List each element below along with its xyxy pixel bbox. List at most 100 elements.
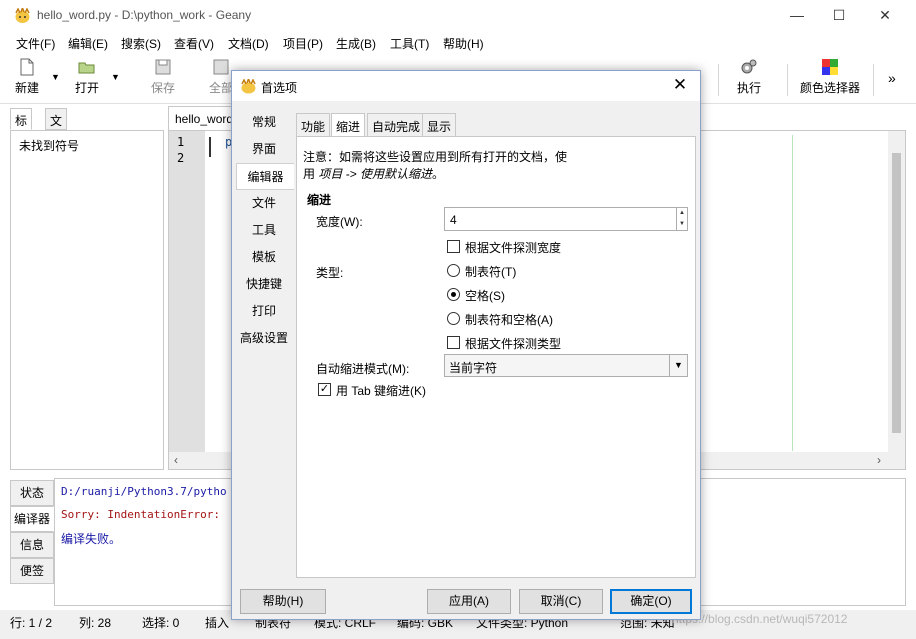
note-suffix: 。 <box>432 167 445 181</box>
scroll-left-icon[interactable]: ‹ <box>174 453 178 467</box>
note-line-2: 用 项目 -> 使用默认缩进。 <box>303 165 444 182</box>
color-picker-button-label: 颜色选择器 <box>799 81 860 95</box>
ok-button[interactable]: 确定(O) <box>610 589 692 614</box>
detect-type-label[interactable]: 根据文件探测类型 <box>465 335 561 352</box>
tab-indentation[interactable]: 缩进 <box>331 113 366 137</box>
detect-width-label[interactable]: 根据文件探测宽度 <box>465 239 561 256</box>
status-line: 行: 1 / 2 <box>10 616 53 630</box>
section-interface[interactable]: 界面 <box>236 136 292 163</box>
line-number: 1 <box>177 135 185 149</box>
line-number-gutter: 1 2 <box>169 131 205 453</box>
gears-icon <box>741 59 757 74</box>
vertical-scrollbar[interactable] <box>888 131 905 453</box>
tab-display[interactable]: 显示 <box>422 113 457 137</box>
editor-tab-hello-word[interactable]: hello_word.py <box>168 106 238 130</box>
menu-tools[interactable]: 工具(T) <box>390 35 429 52</box>
section-editor[interactable]: 编辑器 <box>236 163 294 190</box>
maximize-button[interactable]: ☐ <box>816 0 862 32</box>
menu-view[interactable]: 查看(V) <box>174 35 214 52</box>
tab-indent-checkbox[interactable]: ✓ <box>318 383 331 396</box>
execute-button[interactable]: 执行 <box>734 58 764 96</box>
radio-tabs-label[interactable]: 制表符(T) <box>465 263 516 280</box>
save-all-icon <box>213 59 229 75</box>
toolbar-separator <box>718 64 719 96</box>
indentation-panel: 注意：如需将这些设置应用到所有打开的文档，使 用 项目 -> 使用默认缩进。 缩… <box>296 136 696 578</box>
tab-scribble[interactable]: 便签 <box>10 558 54 584</box>
tab-features[interactable]: 功能 <box>296 113 331 137</box>
compiler-line[interactable]: D:/ruanji/Python3.7/pytho <box>61 485 227 498</box>
save-button[interactable]: 保存 <box>148 58 178 96</box>
no-symbols-text: 未找到符号 <box>19 139 80 153</box>
scroll-right-icon[interactable]: › <box>877 453 881 467</box>
radio-tabs[interactable] <box>447 264 460 277</box>
width-value: 4 <box>450 213 457 227</box>
dialog-title: 首选项 <box>261 81 298 95</box>
tab-compiler[interactable]: 编译器 <box>10 506 54 532</box>
dialog-close-button[interactable]: ✕ <box>668 75 692 97</box>
tab-status[interactable]: 状态 <box>10 480 54 506</box>
save-button-label: 保存 <box>150 81 175 95</box>
new-dropdown-arrow-icon[interactable]: ▼ <box>51 72 60 82</box>
tab-messages[interactable]: 信息 <box>10 532 54 558</box>
toolbar-separator <box>873 64 874 96</box>
color-picker-button[interactable]: 颜色选择器 <box>798 58 862 96</box>
scrollbar-thumb[interactable] <box>892 153 901 433</box>
spin-arrows[interactable]: ▲ ▼ <box>676 208 687 230</box>
tab-indent-label[interactable]: 用 Tab 键缩进(K) <box>336 382 426 399</box>
section-keybindings[interactable]: 快捷键 <box>236 271 292 298</box>
section-tools[interactable]: 工具 <box>236 217 292 244</box>
menu-project[interactable]: 项目(P) <box>283 35 323 52</box>
symbols-panel: 未找到符号 <box>10 130 164 470</box>
section-files[interactable]: 文件 <box>236 190 292 217</box>
type-label: 类型: <box>316 266 344 280</box>
menu-help[interactable]: 帮助(H) <box>443 35 484 52</box>
auto-indent-combo[interactable]: 当前字符 ▼ <box>444 354 688 377</box>
section-general[interactable]: 常规 <box>236 109 292 136</box>
radio-tabs-and-spaces[interactable] <box>447 312 460 325</box>
compiler-line[interactable]: 编译失败。 <box>61 530 121 547</box>
spin-up-icon[interactable]: ▲ <box>677 208 687 219</box>
menu-edit[interactable]: 编辑(E) <box>68 35 108 52</box>
open-dropdown-arrow-icon[interactable]: ▼ <box>111 72 120 82</box>
compiler-error-line[interactable]: Sorry: IndentationError: <box>61 508 220 521</box>
spin-down-icon[interactable]: ▼ <box>677 219 687 230</box>
section-printing[interactable]: 打印 <box>236 298 292 325</box>
radio-tabs-and-spaces-label[interactable]: 制表符和空格(A) <box>465 311 553 328</box>
section-advanced[interactable]: 高级设置 <box>236 325 292 352</box>
auto-indent-label: 自动缩进模式(M): <box>316 362 410 376</box>
preferences-section-list: 常规 界面 编辑器 文件 工具 模板 快捷键 打印 高级设置 <box>236 109 294 355</box>
menu-file[interactable]: 文件(F) <box>16 35 55 52</box>
open-button[interactable]: 打开 <box>72 58 102 96</box>
menu-search[interactable]: 搜索(S) <box>121 35 161 52</box>
radio-spaces[interactable] <box>447 288 460 301</box>
tab-documents[interactable]: 文档 <box>45 108 68 145</box>
indentation-section-title: 缩进 <box>307 193 332 207</box>
line-number: 2 <box>177 151 185 165</box>
new-button[interactable]: 新建 <box>12 58 42 96</box>
minimize-button[interactable]: — <box>774 0 820 32</box>
new-file-icon <box>20 58 34 76</box>
detect-type-checkbox[interactable] <box>447 336 460 349</box>
width-spinbox[interactable]: 4 ▲ ▼ <box>444 207 688 231</box>
menu-document[interactable]: 文档(D) <box>228 35 269 52</box>
dialog-titlebar: 首选项 ✕ <box>232 71 700 101</box>
toolbar-overflow-icon[interactable]: » <box>888 70 896 86</box>
tab-completions[interactable]: 自动完成 <box>367 113 426 137</box>
detect-width-checkbox[interactable] <box>447 240 460 253</box>
cancel-button[interactable]: 取消(C) <box>519 589 603 614</box>
fold-marker[interactable] <box>209 137 211 157</box>
status-selection: 选择: 0 <box>142 616 180 630</box>
geany-app-icon <box>15 8 30 23</box>
section-templates[interactable]: 模板 <box>236 244 292 271</box>
tab-symbols[interactable]: 标记 <box>10 108 33 145</box>
preferences-dialog: 首选项 ✕ 常规 界面 编辑器 文件 工具 模板 快捷键 打印 高级设置 功能 … <box>231 70 701 620</box>
toolbar-separator <box>787 64 788 96</box>
help-button[interactable]: 帮助(H) <box>240 589 326 614</box>
close-button[interactable]: ✕ <box>862 0 908 32</box>
note-menu-path: 项目 -> 使用默认缩进 <box>318 167 433 181</box>
window-title: hello_word.py - D:\python_work - Geany <box>37 8 252 22</box>
radio-spaces-label[interactable]: 空格(S) <box>465 287 505 304</box>
menu-build[interactable]: 生成(B) <box>336 35 376 52</box>
apply-button[interactable]: 应用(A) <box>427 589 511 614</box>
chevron-down-icon[interactable]: ▼ <box>669 355 687 376</box>
